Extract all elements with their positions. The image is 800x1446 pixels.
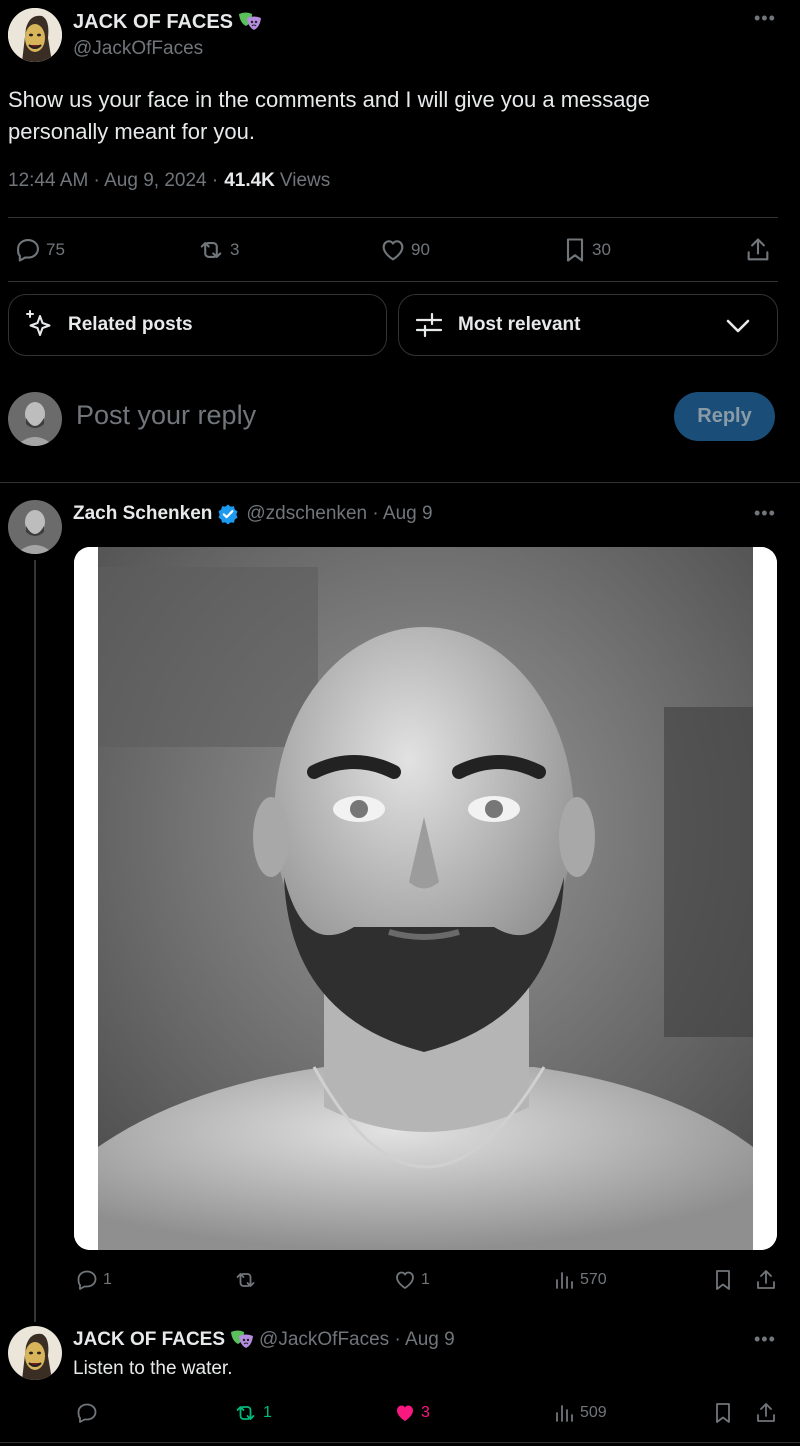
related-posts-button[interactable]: Related posts [8, 294, 387, 356]
post-text-line-1: Show us your face in the comments and I … [8, 87, 650, 112]
divider [0, 1442, 800, 1443]
sparkle-icon [26, 310, 51, 336]
reply-submit-label: Reply [697, 405, 752, 427]
reply-input[interactable]: Post your reply [76, 400, 256, 431]
reply2-author-avatar[interactable] [8, 1326, 62, 1380]
like-icon [396, 1271, 414, 1289]
sliders-icon [415, 312, 443, 338]
reply-count: 75 [46, 240, 65, 259]
share-button[interactable] [744, 236, 772, 264]
reply1-like-button[interactable]: 1 [393, 1268, 430, 1292]
reply-submit-button[interactable]: Reply [674, 392, 775, 441]
reply2-repost-button[interactable]: 1 [232, 1401, 272, 1425]
repost-count: 3 [230, 240, 240, 259]
theater-masks-icon [237, 11, 263, 33]
repost-icon [200, 242, 222, 258]
portrait-photo-image [74, 547, 777, 1250]
reply-author-avatar-image [8, 500, 62, 554]
reply1-share-button[interactable] [754, 1268, 778, 1292]
reply1-views-count: 570 [580, 1271, 607, 1288]
more-icon[interactable]: ••• [754, 503, 776, 524]
like-count: 90 [411, 240, 430, 259]
share-icon [757, 1403, 775, 1422]
views-label: Views [279, 170, 331, 191]
reply2-reply-button[interactable] [75, 1401, 99, 1425]
reply-button[interactable]: 75 [14, 236, 65, 264]
bookmark-button[interactable]: 30 [562, 236, 611, 264]
like-icon [397, 1405, 413, 1421]
share-icon [747, 238, 769, 261]
sort-dropdown[interactable]: Most relevant [398, 294, 778, 356]
bookmark-count: 30 [592, 240, 611, 259]
repost-icon [236, 1406, 255, 1420]
reply1-repost-button[interactable] [232, 1268, 259, 1292]
reply1-views-button[interactable]: 570 [554, 1268, 607, 1292]
sort-label: Most relevant [458, 314, 581, 335]
bookmark-icon [566, 238, 584, 262]
theater-masks-icon [229, 1329, 255, 1351]
bookmark-icon [716, 1403, 730, 1423]
user-avatar-image [8, 392, 62, 446]
thread-line [34, 560, 36, 1322]
reply-icon [77, 1403, 97, 1423]
reply1-bookmark-button[interactable] [712, 1268, 734, 1292]
mask-avatar-image [8, 1326, 62, 1380]
author-handle[interactable]: @JackOfFaces [73, 38, 203, 60]
mask-avatar-image [8, 8, 62, 62]
reply-author-handle-date[interactable]: @zdschenken · Aug 9 [246, 503, 432, 525]
reply-author-name[interactable]: Zach Schenken [73, 503, 212, 525]
divider [8, 281, 778, 282]
reply2-text: Listen to the water. [73, 1358, 233, 1379]
reply2-bookmark-button[interactable] [712, 1401, 734, 1425]
reply2-author-handle-date[interactable]: @JackOfFaces · Aug 9 [259, 1329, 455, 1351]
views-count: 41.4K [224, 170, 275, 191]
reply2-author-name[interactable]: JACK OF FACES [73, 1329, 225, 1351]
related-posts-label: Related posts [68, 314, 193, 335]
chevron-down-icon [726, 319, 750, 333]
reply2-repost-count: 1 [263, 1404, 272, 1421]
reply-photo[interactable] [74, 547, 777, 1250]
bookmark-icon [716, 1270, 730, 1290]
reply1-reply-count: 1 [103, 1271, 112, 1288]
divider [0, 482, 800, 483]
reply1-like-count: 1 [421, 1271, 430, 1288]
author-avatar[interactable] [8, 8, 62, 62]
repost-icon [236, 1273, 255, 1287]
reply2-like-count: 3 [421, 1404, 430, 1421]
views-icon [556, 1272, 573, 1289]
author-name[interactable]: JACK OF FACES [73, 11, 233, 34]
more-icon[interactable]: ••• [754, 8, 776, 29]
reply2-like-button[interactable]: 3 [393, 1401, 430, 1425]
reply-icon [17, 239, 39, 262]
reply1-reply-button[interactable]: 1 [75, 1268, 112, 1292]
verified-badge-icon [218, 504, 238, 525]
user-avatar[interactable] [8, 392, 62, 446]
post-text-line-2: personally meant for you. [8, 119, 256, 144]
divider [8, 217, 778, 218]
like-button[interactable]: 90 [379, 236, 430, 264]
repost-button[interactable]: 3 [196, 236, 239, 264]
like-icon [382, 240, 404, 261]
reply2-share-button[interactable] [754, 1401, 778, 1425]
more-icon[interactable]: ••• [754, 1329, 776, 1350]
reply-author-avatar[interactable] [8, 500, 62, 554]
reply-icon [77, 1270, 97, 1290]
reply2-views-button[interactable]: 509 [554, 1401, 607, 1425]
post-timestamp[interactable]: 12:44 AM · Aug 9, 2024 · [8, 170, 218, 192]
share-icon [757, 1270, 775, 1289]
reply2-views-count: 509 [580, 1404, 607, 1421]
views-icon [556, 1405, 573, 1422]
